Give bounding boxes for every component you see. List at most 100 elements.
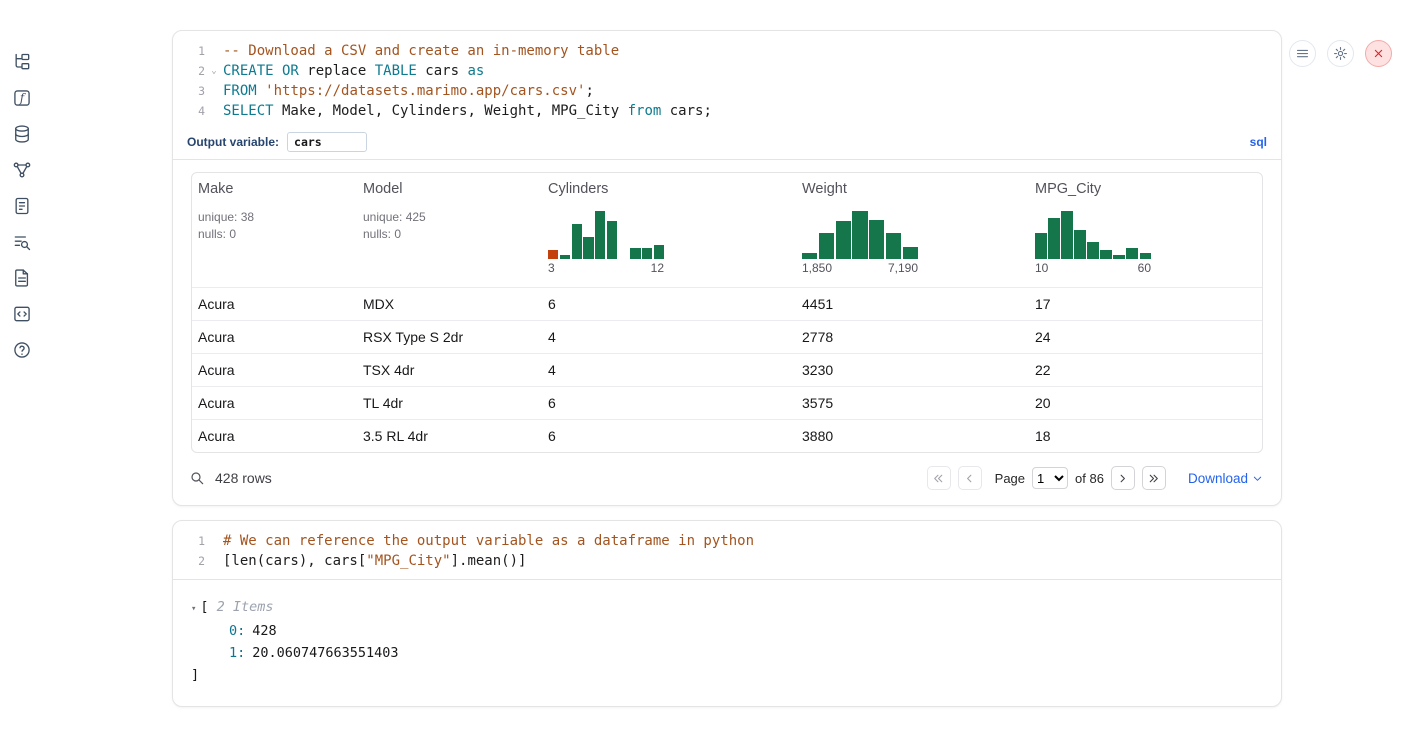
table-header: Makeunique: 38nulls: 0Modelunique: 425nu… bbox=[192, 173, 1262, 287]
table-cell: 4451 bbox=[796, 296, 1029, 312]
table-row[interactable]: AcuraTL 4dr6357520 bbox=[192, 386, 1262, 419]
column-header[interactable]: Weight1,8507,190 bbox=[796, 181, 1029, 287]
table-cell: 20 bbox=[1029, 395, 1262, 411]
histogram-bar bbox=[1100, 250, 1112, 259]
collapse-icon[interactable]: ▾ bbox=[191, 598, 196, 620]
sidebar-item-snippets[interactable] bbox=[12, 304, 32, 324]
code-token: 'https://datasets.marimo.app/cars.csv' bbox=[265, 81, 585, 101]
sidebar-item-documentation[interactable] bbox=[12, 268, 32, 288]
histogram-bar bbox=[572, 224, 582, 259]
code-line: 2⌄CREATE OR replace TABLE cars as bbox=[185, 61, 1269, 81]
search-icon[interactable] bbox=[189, 470, 205, 486]
histogram-bar bbox=[886, 233, 901, 259]
table-cell: MDX bbox=[357, 296, 542, 312]
output-variable-input[interactable] bbox=[287, 132, 367, 152]
sql-code-editor[interactable]: 1-- Download a CSV and create an in-memo… bbox=[173, 31, 1281, 129]
sidebar-item-help[interactable] bbox=[12, 340, 32, 360]
left-panel-toolbar: f bbox=[0, 30, 44, 729]
code-token: ; bbox=[585, 81, 593, 101]
python-cell: 1# We can reference the output variable … bbox=[172, 520, 1282, 707]
code-line: 2[len(cars), cars["MPG_City"].mean()] bbox=[185, 551, 1269, 571]
fold-chevron-icon[interactable]: ⌄ bbox=[205, 61, 223, 81]
histogram-range-labels: 312 bbox=[548, 261, 664, 275]
code-token: Make, Model, Cylinders, Weight, MPG_City bbox=[274, 101, 628, 121]
page-total-label: of 86 bbox=[1075, 471, 1104, 486]
column-name: Cylinders bbox=[548, 181, 796, 197]
histogram-bar bbox=[654, 245, 664, 259]
list-search-icon bbox=[12, 232, 32, 252]
sidebar-item-variables[interactable]: f bbox=[12, 88, 32, 108]
table-cell: 6 bbox=[542, 428, 796, 444]
pagination: Page 1 of 86 bbox=[927, 466, 1166, 490]
table-cell: Acura bbox=[192, 362, 357, 378]
table-row[interactable]: AcuraMDX6445117 bbox=[192, 287, 1262, 320]
database-icon bbox=[12, 124, 32, 144]
histogram-bar bbox=[1035, 233, 1047, 259]
column-name: Make bbox=[198, 181, 357, 197]
last-page-button[interactable] bbox=[1142, 466, 1166, 490]
table-cell: 24 bbox=[1029, 329, 1262, 345]
column-header[interactable]: Cylinders 312 bbox=[542, 181, 796, 287]
histogram-bar bbox=[903, 247, 918, 259]
gear-icon bbox=[1333, 46, 1348, 61]
sidebar-item-file-explorer[interactable] bbox=[12, 52, 32, 72]
code-square-icon bbox=[12, 304, 32, 324]
fold-gutter bbox=[205, 101, 223, 121]
column-name: Weight bbox=[802, 181, 1029, 197]
output-variable-row: Output variable: sql bbox=[173, 129, 1281, 160]
histogram-bar bbox=[1140, 253, 1152, 259]
histogram-bar bbox=[1087, 242, 1099, 259]
sidebar-item-dependencies[interactable] bbox=[12, 160, 32, 180]
code-token: FROM bbox=[223, 81, 257, 101]
python-code-editor[interactable]: 1# We can reference the output variable … bbox=[173, 521, 1281, 579]
chevron-left-icon bbox=[963, 472, 976, 485]
column-header[interactable]: Modelunique: 425nulls: 0 bbox=[357, 181, 542, 287]
graph-icon bbox=[12, 160, 32, 180]
document-icon bbox=[12, 268, 32, 288]
table-cell: Acura bbox=[192, 428, 357, 444]
menu-button[interactable] bbox=[1289, 40, 1316, 67]
settings-button[interactable] bbox=[1327, 40, 1354, 67]
table-cell: 3230 bbox=[796, 362, 1029, 378]
table-row[interactable]: AcuraTSX 4dr4323022 bbox=[192, 353, 1262, 386]
language-badge: sql bbox=[1250, 135, 1267, 149]
fold-gutter bbox=[205, 551, 223, 571]
column-header[interactable]: Makeunique: 38nulls: 0 bbox=[192, 181, 357, 287]
sidebar-item-scratchpad[interactable] bbox=[12, 196, 32, 216]
table-cell: RSX Type S 2dr bbox=[357, 329, 542, 345]
histogram-bar bbox=[802, 253, 817, 259]
download-button[interactable]: Download bbox=[1188, 471, 1263, 486]
table-cell: 2778 bbox=[796, 329, 1029, 345]
page-select[interactable]: 1 bbox=[1032, 467, 1068, 489]
histogram-bar bbox=[583, 237, 593, 259]
prev-page-button[interactable] bbox=[958, 466, 982, 490]
code-token: cars; bbox=[661, 101, 712, 121]
first-page-button[interactable] bbox=[927, 466, 951, 490]
code-token: TABLE bbox=[375, 61, 417, 81]
column-header[interactable]: MPG_City1060 bbox=[1029, 181, 1262, 287]
histogram bbox=[548, 209, 664, 259]
histogram bbox=[1035, 209, 1151, 259]
download-label: Download bbox=[1188, 471, 1248, 486]
table-cell: 18 bbox=[1029, 428, 1262, 444]
line-number: 4 bbox=[185, 101, 205, 121]
double-chevron-right-icon bbox=[1147, 472, 1160, 485]
next-page-button[interactable] bbox=[1111, 466, 1135, 490]
sidebar-item-logs[interactable] bbox=[12, 232, 32, 252]
sql-cell: 1-- Download a CSV and create an in-memo… bbox=[172, 30, 1282, 506]
table-cell: 17 bbox=[1029, 296, 1262, 312]
code-token bbox=[257, 81, 265, 101]
code-token: ].mean()] bbox=[451, 551, 527, 571]
fold-gutter bbox=[205, 531, 223, 551]
chevron-right-icon bbox=[1116, 472, 1129, 485]
table-cell: Acura bbox=[192, 296, 357, 312]
table-row[interactable]: Acura3.5 RL 4dr6388018 bbox=[192, 419, 1262, 452]
output-variable-label: Output variable: bbox=[187, 135, 279, 149]
code-token: "MPG_City" bbox=[366, 551, 450, 571]
line-number: 1 bbox=[185, 531, 205, 551]
histogram-bar bbox=[560, 255, 570, 259]
column-name: Model bbox=[363, 181, 542, 197]
table-row[interactable]: AcuraRSX Type S 2dr4277824 bbox=[192, 320, 1262, 353]
sidebar-item-datasets[interactable] bbox=[12, 124, 32, 144]
shutdown-button[interactable] bbox=[1365, 40, 1392, 67]
